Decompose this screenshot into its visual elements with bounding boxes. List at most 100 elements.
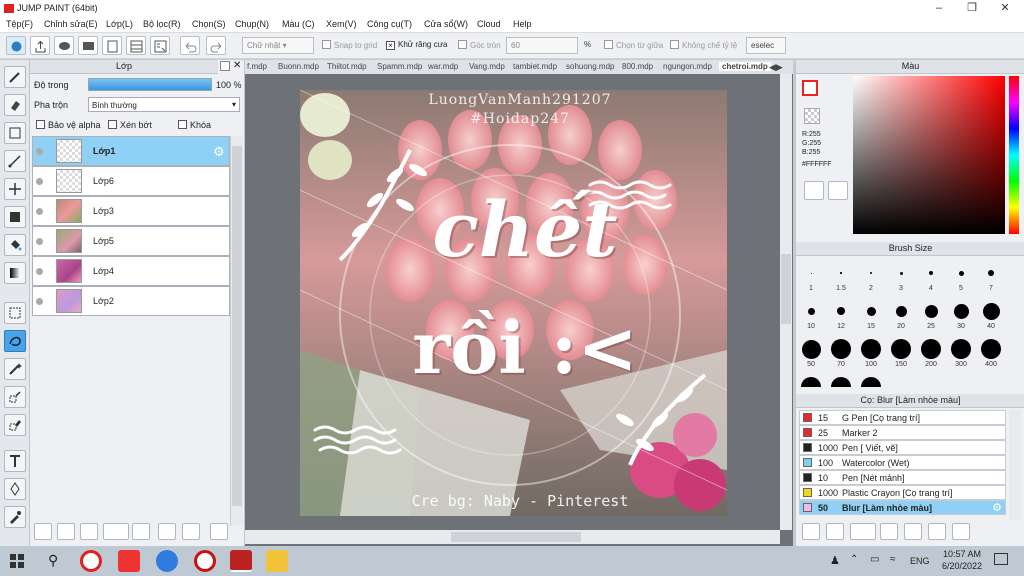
brush-scrollbar[interactable] [1009, 410, 1021, 520]
settings-grid-icon[interactable] [150, 36, 170, 55]
brush-size-dot[interactable] [807, 307, 815, 315]
brush-size-dot[interactable] [831, 339, 851, 359]
minimize-button[interactable]: – [922, 0, 956, 17]
layer-scrollbar[interactable] [230, 136, 243, 526]
move-tool-icon[interactable] [4, 178, 26, 200]
new-raster-layer-icon[interactable] [57, 523, 75, 540]
canvas-vscrollbar[interactable] [780, 74, 792, 530]
no-limit-checkbox[interactable]: Không chế tỷ lệ [670, 40, 737, 50]
brush-add-dropdown-icon[interactable] [850, 523, 876, 540]
brush-size-dot[interactable] [870, 272, 872, 274]
brush-size-dot[interactable] [866, 306, 876, 316]
brush-item[interactable]: 50 Blur [Làm nhòe màu] ⚙ [799, 500, 1006, 515]
menu-select[interactable]: Chọn(S) [192, 19, 226, 29]
lock-checkbox[interactable]: Khóa [178, 120, 211, 130]
visibility-icon[interactable] [36, 298, 43, 305]
brush-size-dot[interactable] [958, 270, 964, 276]
start-icon[interactable] [10, 554, 24, 568]
new-layer-icon[interactable] [34, 523, 52, 540]
brush-duplicate-icon[interactable] [928, 523, 946, 540]
brush-item[interactable]: 25 Marker 2 [799, 425, 1006, 440]
panel-float-icon[interactable] [220, 61, 230, 71]
add-layer-dropdown-icon[interactable] [103, 523, 129, 540]
brush-size-dot[interactable] [988, 270, 994, 276]
doc-tab-active[interactable]: chetroi.mdp [719, 62, 771, 71]
select-pen-tool-icon[interactable] [4, 386, 26, 408]
menu-tools[interactable]: Công cụ(T) [367, 19, 412, 29]
brush-size-dot[interactable] [861, 377, 881, 387]
folder-icon[interactable] [132, 523, 150, 540]
new-vector-layer-icon[interactable] [80, 523, 98, 540]
brush-size-dot[interactable] [953, 303, 969, 319]
brush-settings-icon[interactable] [802, 523, 820, 540]
brush-size-dot[interactable] [982, 302, 1000, 320]
shape-select-dropdown[interactable]: Chữ nhật ▾ [242, 37, 314, 54]
close-button[interactable]: ✕ [988, 0, 1022, 17]
primary-color-swatch[interactable] [802, 80, 818, 96]
menu-file[interactable]: Tệp(F) [6, 19, 33, 29]
eraser-tool-icon[interactable] [4, 94, 26, 116]
brush-size-dot[interactable] [924, 304, 938, 318]
brush-item[interactable]: 100 Watercolor (Wet) [799, 455, 1006, 470]
clipping-checkbox[interactable]: Xén bớt [108, 120, 152, 130]
language-indicator[interactable]: ENG [910, 556, 930, 566]
brush-size-dot[interactable] [951, 339, 971, 359]
doc-tab[interactable]: ngungon.mdp [663, 62, 712, 71]
antialias-checkbox[interactable]: × Khử răng cưa [386, 40, 447, 50]
color-picker-icon[interactable] [828, 181, 848, 200]
magic-wand-tool-icon[interactable] [4, 358, 26, 380]
brush-folder-icon[interactable] [904, 523, 922, 540]
brush-size-dot[interactable] [810, 272, 812, 274]
document-icon[interactable] [102, 36, 122, 55]
doc-tab[interactable]: tambiet.mdp [513, 62, 557, 71]
brush-tool-icon[interactable] [4, 66, 26, 88]
panel-close-icon[interactable]: ✕ [233, 60, 241, 71]
layer-row[interactable]: Lớp6 [32, 166, 230, 196]
snap-to-grid-checkbox[interactable]: Snap to grid [322, 40, 377, 50]
brush-size-dot[interactable] [929, 271, 933, 275]
brush-size-dot[interactable] [891, 339, 911, 359]
document-canvas[interactable]: LuongVanManh291207 #Hoidap247 chết rồi :… [300, 90, 727, 516]
select-eraser-tool-icon[interactable] [4, 414, 26, 436]
maximize-button[interactable]: ❐ [955, 0, 989, 17]
menu-edit[interactable]: Chỉnh sửa(E) [44, 19, 98, 29]
jump-paint-taskbar-icon[interactable] [230, 550, 252, 572]
brush-size-dot[interactable] [837, 307, 845, 315]
layer-row[interactable]: Lớp4 [32, 256, 230, 286]
battery-icon[interactable]: ▭ [870, 554, 879, 565]
color-sv-picker[interactable] [853, 76, 1005, 234]
brush-new-icon[interactable] [826, 523, 844, 540]
layer-row[interactable]: Lớp2 [32, 286, 230, 316]
doc-tab[interactable]: f.mdp [247, 62, 267, 71]
visibility-icon[interactable] [36, 238, 43, 245]
layer-row[interactable]: Lớp5 [32, 226, 230, 256]
app-icon[interactable] [118, 550, 140, 572]
doc-tab[interactable]: Thiitot.mdp [327, 62, 367, 71]
notification-icon[interactable] [994, 553, 1008, 565]
brush-size-dot[interactable] [981, 339, 1001, 359]
canvas-vscrollbar-thumb[interactable] [781, 254, 791, 324]
menu-view[interactable]: Xem(V) [326, 19, 357, 29]
brush-trash-icon[interactable] [952, 523, 970, 540]
brush-size-dot[interactable] [895, 305, 907, 317]
protect-alpha-checkbox[interactable]: Bảo vệ alpha [36, 120, 101, 130]
brush-size-dot[interactable] [899, 271, 903, 275]
brush-size-dot[interactable] [921, 339, 941, 359]
brush-size-dot[interactable] [861, 339, 881, 359]
duplicate-icon[interactable] [158, 523, 176, 540]
color-hue-slider[interactable] [1009, 76, 1019, 234]
doc-tab[interactable]: Spamm.mdp [377, 62, 422, 71]
palette-icon[interactable] [804, 181, 824, 200]
menu-filter[interactable]: Bộ lọc(R) [143, 19, 181, 29]
clock-time[interactable]: 10:57 AM [940, 549, 984, 559]
visibility-icon[interactable] [36, 148, 43, 155]
corner-round-checkbox[interactable]: Góc tròn [458, 40, 501, 50]
doc-tab[interactable]: sohuong.mdp [566, 62, 614, 71]
doc-tab[interactable]: 800.mdp [622, 62, 653, 71]
wifi-icon[interactable]: ≈ [890, 554, 896, 565]
canvas-hscrollbar[interactable] [245, 530, 780, 544]
layer-scrollbar-thumb[interactable] [232, 146, 242, 506]
brush-item[interactable]: 15 G Pen [Cọ trang trí] [799, 410, 1006, 425]
message-icon[interactable] [78, 36, 98, 55]
center-select-checkbox[interactable]: Chọn từ giữa [604, 40, 663, 50]
